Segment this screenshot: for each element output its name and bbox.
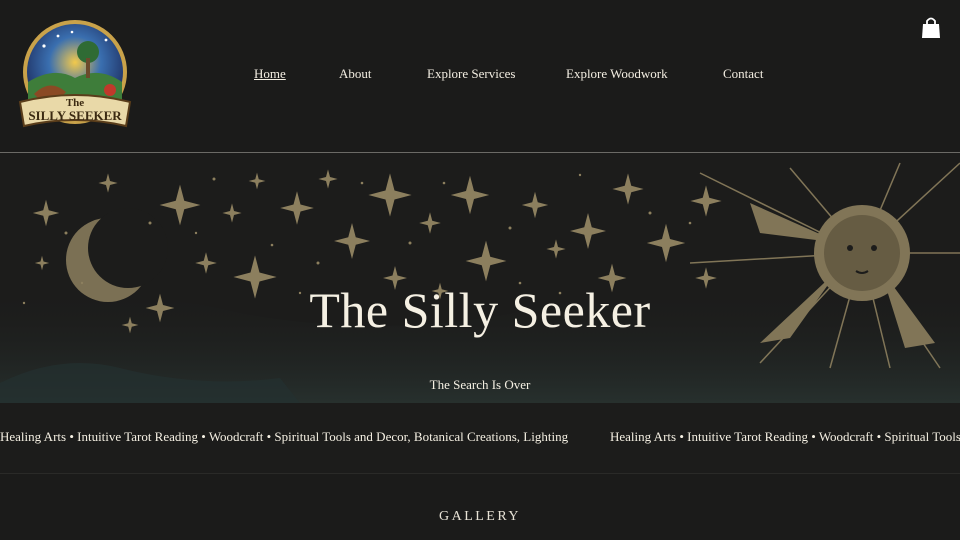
hero-banner: The Silly Seeker The Search Is Over Heal… [0,153,960,473]
shopping-bag-icon[interactable] [920,16,942,40]
nav-item-explore-woodwork[interactable]: Explore Woodwork [566,66,668,82]
nav-item-about[interactable]: About [339,66,372,82]
services-ticker: Healing Arts • Intuitive Tarot Reading •… [0,429,960,449]
hero-subtitle: The Search Is Over [429,377,531,392]
site-header: The SILLY SEEKER Home About Explore Serv… [0,0,960,152]
nav-item-contact[interactable]: Contact [723,66,763,82]
ticker-text: Healing Arts • Intuitive Tarot Reading •… [0,429,569,444]
logo-text-name: SILLY SEEKER [28,108,122,123]
nav-item-explore-services[interactable]: Explore Services [427,66,515,82]
gallery-heading: GALLERY [438,509,522,524]
hero-title: The Silly Seeker [309,282,651,338]
ticker-text-repeat: Healing Arts • Intuitive Tarot Reading •… [610,429,960,444]
section-divider [0,473,960,474]
nav-item-home[interactable]: Home [254,66,286,82]
main-nav: Home About Explore Services Explore Wood… [0,66,960,86]
